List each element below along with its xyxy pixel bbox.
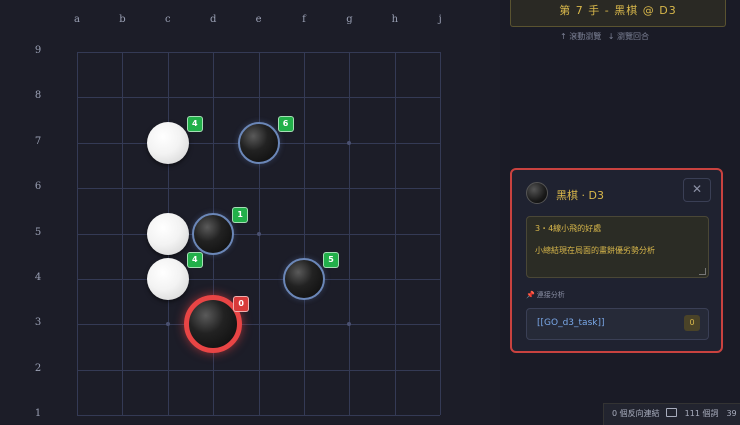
link-label-text: 連接分析 <box>536 291 565 299</box>
move-number-badge: 4 <box>186 252 203 268</box>
row-label-7: 7 <box>34 135 42 147</box>
link-count-badge: 0 <box>684 315 700 331</box>
note-line-1: 3・4線小飛的好處 <box>535 224 602 233</box>
link-section-label: 📌 連接分析 <box>526 290 565 300</box>
move-title: 第 7 手 - 黑棋 @ D3 <box>510 0 726 27</box>
row-label-8: 8 <box>34 90 42 102</box>
grid-line-horizontal <box>77 415 441 417</box>
navigation-hint: ↑ 滾動瀏覽 ↓ 瀏覽回合 <box>560 31 653 42</box>
grid-line-horizontal <box>77 369 441 371</box>
col-label-g: g <box>346 14 353 25</box>
white-stone-c4[interactable] <box>146 258 189 300</box>
row-label-2: 2 <box>34 362 42 374</box>
black-stone-e7[interactable] <box>237 121 280 164</box>
black-stone-icon <box>526 182 548 204</box>
star-point <box>165 322 170 327</box>
book-icon <box>665 408 677 417</box>
col-label-j: j <box>438 14 442 25</box>
backlinks-count[interactable]: 0 個反向連結 <box>612 409 660 418</box>
col-label-d: d <box>209 14 217 25</box>
white-stone-c7[interactable] <box>146 121 189 164</box>
go-board-area: a b c d e f g h j 9 8 7 6 5 4 3 2 1 4 6 1 4 5 0 <box>0 0 500 424</box>
move-number-badge: 6 <box>277 115 294 132</box>
col-label-f: f <box>302 14 306 25</box>
black-stone-f4[interactable] <box>283 258 325 300</box>
white-stone-c5[interactable] <box>146 212 189 255</box>
word-count: 111 個詞 <box>684 409 719 418</box>
move-number-badge: 4 <box>186 115 203 132</box>
close-button[interactable]: ✕ <box>683 178 711 202</box>
star-point <box>347 140 352 145</box>
move-number-badge: 5 <box>323 252 339 268</box>
row-label-9: 9 <box>34 45 42 56</box>
panel-title: 黑棋 · D3 <box>556 189 604 202</box>
status-bar: 0 個反向連結 111 個詞 39 <box>603 403 740 425</box>
char-count: 39 <box>726 409 737 418</box>
grid-line-horizontal <box>77 279 441 280</box>
move-number-badge: 0 <box>233 296 250 313</box>
note-line-2: 小總結現在局面的畫餅優劣勢分析 <box>535 246 655 255</box>
col-label-h: h <box>391 14 399 25</box>
star-point <box>347 322 352 327</box>
wiki-link[interactable]: [[GO_d3_task]] <box>537 318 605 328</box>
row-label-1: 1 <box>34 408 42 420</box>
star-point <box>256 231 261 236</box>
grid-line-vertical <box>440 52 442 416</box>
move-note-textarea[interactable]: 3・4線小飛的好處 小總結現在局面的畫餅優劣勢分析 <box>526 216 709 278</box>
row-label-4: 4 <box>34 272 42 283</box>
col-label-a: a <box>74 14 80 25</box>
grid-line-horizontal <box>77 188 441 190</box>
move-number-badge: 1 <box>232 206 249 223</box>
grid-line-horizontal <box>77 97 441 99</box>
grid-line-horizontal <box>77 324 441 326</box>
pin-icon: 📌 <box>526 291 535 299</box>
row-label-5: 5 <box>34 226 42 238</box>
col-label-b: b <box>119 14 126 25</box>
col-label-c: c <box>164 14 171 25</box>
black-stone-d5[interactable] <box>192 212 235 255</box>
browse-hint: ↓ 瀏覽回合 <box>607 32 650 41</box>
row-label-6: 6 <box>34 181 42 193</box>
move-detail-panel: 黑棋 · D3 ✕ 3・4線小飛的好處 小總結現在局面的畫餅優劣勢分析 📌 連接分… <box>510 168 723 353</box>
col-label-e: e <box>255 14 262 25</box>
link-item[interactable]: [[GO_d3_task]] 0 <box>526 308 709 340</box>
grid-line-horizontal <box>77 52 441 53</box>
row-label-3: 3 <box>34 317 42 329</box>
scroll-hint: ↑ 滾動瀏覽 <box>560 32 602 41</box>
resize-handle-icon[interactable] <box>699 268 706 275</box>
